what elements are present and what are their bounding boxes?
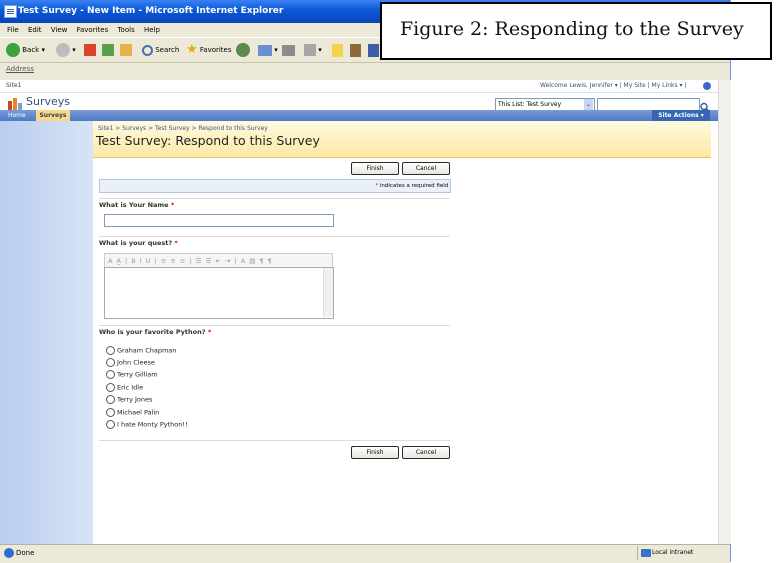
name-input[interactable] [104,214,334,227]
notes-icon [332,43,343,57]
refresh-icon [102,44,114,56]
menu-view[interactable]: View [51,23,68,37]
ie-page-icon [4,5,17,18]
ie-status-icon [4,548,14,558]
mail-button[interactable]: ▾ [258,42,278,58]
chevron-down-icon: ⌄ [584,99,593,110]
status-text: Done [16,549,35,557]
forward-arrow-icon [56,43,70,57]
global-bar: Site1 Welcome Lewis, Jennifer ▾ | My Sit… [0,80,718,93]
question-python-label: Who is your favorite Python? * [99,328,212,336]
global-user-links[interactable]: Welcome Lewis, Jennifer ▾ | My Site | My… [540,80,686,92]
quest-textarea[interactable] [104,267,334,319]
discuss-button[interactable] [332,42,343,58]
forward-button[interactable]: ▾ [56,42,76,58]
star-icon: ★ [186,42,198,57]
printer-icon [282,44,295,56]
radio-button[interactable] [106,358,115,367]
history-button[interactable] [236,42,250,58]
window-title: Test Survey - New Item - Microsoft Inter… [18,6,284,16]
home-icon [120,44,132,56]
top-nav-bar [0,110,718,121]
menu-help[interactable]: Help [144,23,160,37]
nav-tab-surveys[interactable]: Surveys [36,110,70,121]
radio-button[interactable] [106,420,115,429]
radio-button[interactable] [106,383,115,392]
edit-icon [304,44,316,56]
radio-option[interactable]: Terry Jones [106,395,152,405]
research-button[interactable] [350,42,361,58]
question-name-label: What is Your Name * [99,201,175,209]
print-button[interactable] [282,42,295,58]
radio-button[interactable] [106,370,115,379]
cancel-button-top[interactable]: Cancel [402,162,450,175]
radio-option[interactable]: I hate Monty Python!! [106,420,188,430]
site-logo-icon [8,95,22,110]
textarea-scrollbar[interactable] [323,268,333,317]
radio-button[interactable] [106,346,115,355]
edit-button[interactable]: ▾ [304,42,322,58]
menu-edit[interactable]: Edit [28,23,42,37]
messenger-icon [368,43,379,57]
separator [99,440,450,441]
nav-tab-home[interactable]: Home [8,110,26,121]
separator [99,325,450,326]
favorites-button[interactable]: ★ Favorites [186,42,232,58]
site-title[interactable]: Surveys [26,93,70,110]
radio-button[interactable] [106,395,115,404]
radio-option[interactable]: Terry Gilliam [106,370,158,380]
radio-button[interactable] [106,408,115,417]
page-vertical-scrollbar[interactable] [718,80,731,544]
history-icon [236,43,250,57]
required-field-note: * indicates a required field [99,179,451,193]
menu-tools[interactable]: Tools [117,23,134,37]
global-site-link[interactable]: Site1 [6,80,21,92]
separator [99,198,450,199]
radio-option[interactable]: Eric Idle [106,383,143,393]
help-icon[interactable] [703,82,711,90]
refresh-button[interactable] [102,42,114,58]
rich-text-toolbar[interactable]: A A̲ | B I U | ≡ ≡ ≡ | ☰ ☰ ⇤ ⇥ | A ▤ ¶ ¶ [104,253,333,268]
back-button[interactable]: Back ▾ [6,42,45,58]
site-actions-menu[interactable]: Site Actions ▾ [652,110,710,121]
figure-caption-box: Figure 2: Responding to the Survey [380,2,772,60]
search-go-icon[interactable] [699,98,711,113]
messenger-button[interactable] [368,42,379,58]
radio-option[interactable]: Graham Chapman [106,346,176,356]
menu-file[interactable]: File [7,23,19,37]
page-title: Test Survey: Respond to this Survey [96,133,320,148]
home-button[interactable] [120,42,132,58]
security-zone: Local intranet [637,546,716,560]
figure-caption: Figure 2: Responding to the Survey [400,18,744,40]
separator [99,236,450,237]
address-label: Address [6,65,34,73]
finish-button-top[interactable]: Finish [351,162,399,175]
search-button[interactable]: Search [142,42,179,58]
cancel-button-bottom[interactable]: Cancel [402,446,450,459]
status-bar: Done Local intranet [0,544,730,563]
intranet-icon [641,549,651,557]
left-navigation-pane [0,121,93,544]
magnifier-icon [142,44,153,56]
question-quest-label: What is your quest? * [99,239,178,247]
stop-button[interactable] [84,42,96,58]
stop-icon [84,44,96,56]
rich-text-toolbar-glyphs: A A̲ | B I U | ≡ ≡ ≡ | ☰ ☰ ⇤ ⇥ | A ▤ ¶ ¶ [108,257,273,265]
mail-icon [258,44,272,56]
book-icon [350,43,361,57]
radio-option[interactable]: John Cleese [106,358,155,368]
menu-favorites[interactable]: Favorites [77,23,109,37]
finish-button-bottom[interactable]: Finish [351,446,399,459]
radio-option[interactable]: Michael Palin [106,408,159,418]
back-arrow-icon [6,43,20,57]
address-bar[interactable]: Address [0,62,730,77]
breadcrumb[interactable]: Site1 > Surveys > Test Survey > Respond … [98,125,268,132]
